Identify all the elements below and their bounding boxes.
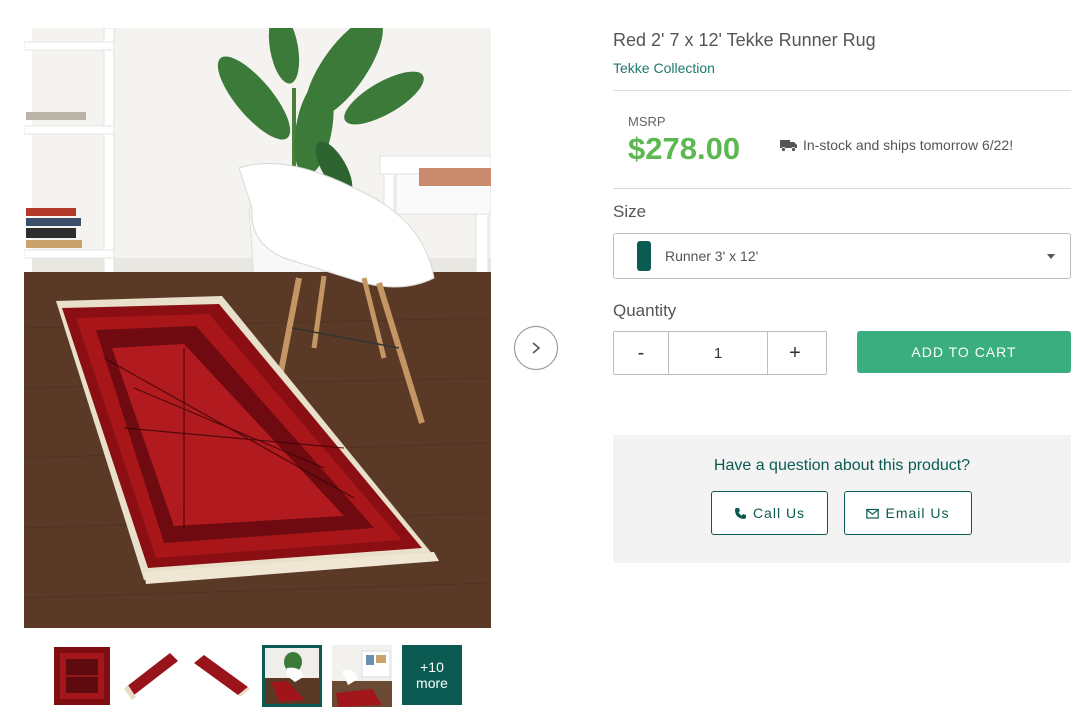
product-info-panel: Red 2' 7 x 12' Tekke Runner Rug Tekke Co… — [613, 28, 1071, 563]
stock-status: In-stock and ships tomorrow 6/22! — [780, 137, 1013, 153]
size-swatch — [637, 241, 651, 271]
collection-link[interactable]: Tekke Collection — [613, 60, 1071, 76]
product-main-image[interactable] — [24, 28, 491, 628]
envelope-icon — [866, 508, 880, 519]
quantity-stepper: - + — [613, 331, 827, 375]
decrease-quantity-button[interactable]: - — [614, 332, 669, 374]
room-photo — [24, 28, 491, 628]
quantity-label: Quantity — [613, 301, 677, 320]
question-panel: Have a question about this product? Call… — [613, 435, 1071, 563]
product-price: $278.00 — [628, 131, 741, 166]
size-dropdown[interactable]: Runner 3' x 12' — [613, 233, 1071, 279]
divider — [613, 188, 1071, 189]
email-us-label: Email Us — [885, 505, 950, 521]
email-us-button[interactable]: Email Us — [844, 491, 972, 535]
next-image-button[interactable] — [514, 326, 558, 370]
divider — [613, 90, 1071, 91]
thumbnail-5[interactable] — [332, 645, 392, 707]
caret-down-icon — [1047, 254, 1055, 259]
thumbnail-3[interactable] — [192, 645, 252, 707]
call-us-label: Call Us — [752, 505, 806, 521]
call-us-button[interactable]: Call Us — [711, 491, 828, 535]
thumbnail-1[interactable] — [52, 645, 112, 707]
selected-size: Runner 3' x 12' — [665, 248, 759, 264]
stock-text: In-stock and ships tomorrow 6/22! — [803, 137, 1014, 153]
thumbnail-4[interactable] — [262, 645, 322, 707]
more-thumbnails-button[interactable]: +10 more — [402, 645, 462, 705]
phone-icon — [734, 507, 746, 519]
product-title: Red 2' 7 x 12' Tekke Runner Rug — [613, 30, 876, 50]
thumbnail-2[interactable] — [122, 645, 182, 707]
add-to-cart-button[interactable]: ADD TO CART — [857, 331, 1071, 373]
price-block: MSRP $278.00 — [628, 114, 740, 166]
question-text: Have a question about this product? — [713, 457, 971, 474]
chevron-right-icon — [532, 342, 541, 354]
more-label: more — [416, 675, 448, 691]
increase-quantity-button[interactable]: + — [767, 332, 822, 374]
truck-icon — [780, 139, 797, 152]
size-label: Size — [613, 202, 647, 221]
more-count: +10 — [420, 659, 444, 675]
quantity-input[interactable] — [669, 332, 767, 374]
msrp-label: MSRP — [628, 114, 666, 129]
